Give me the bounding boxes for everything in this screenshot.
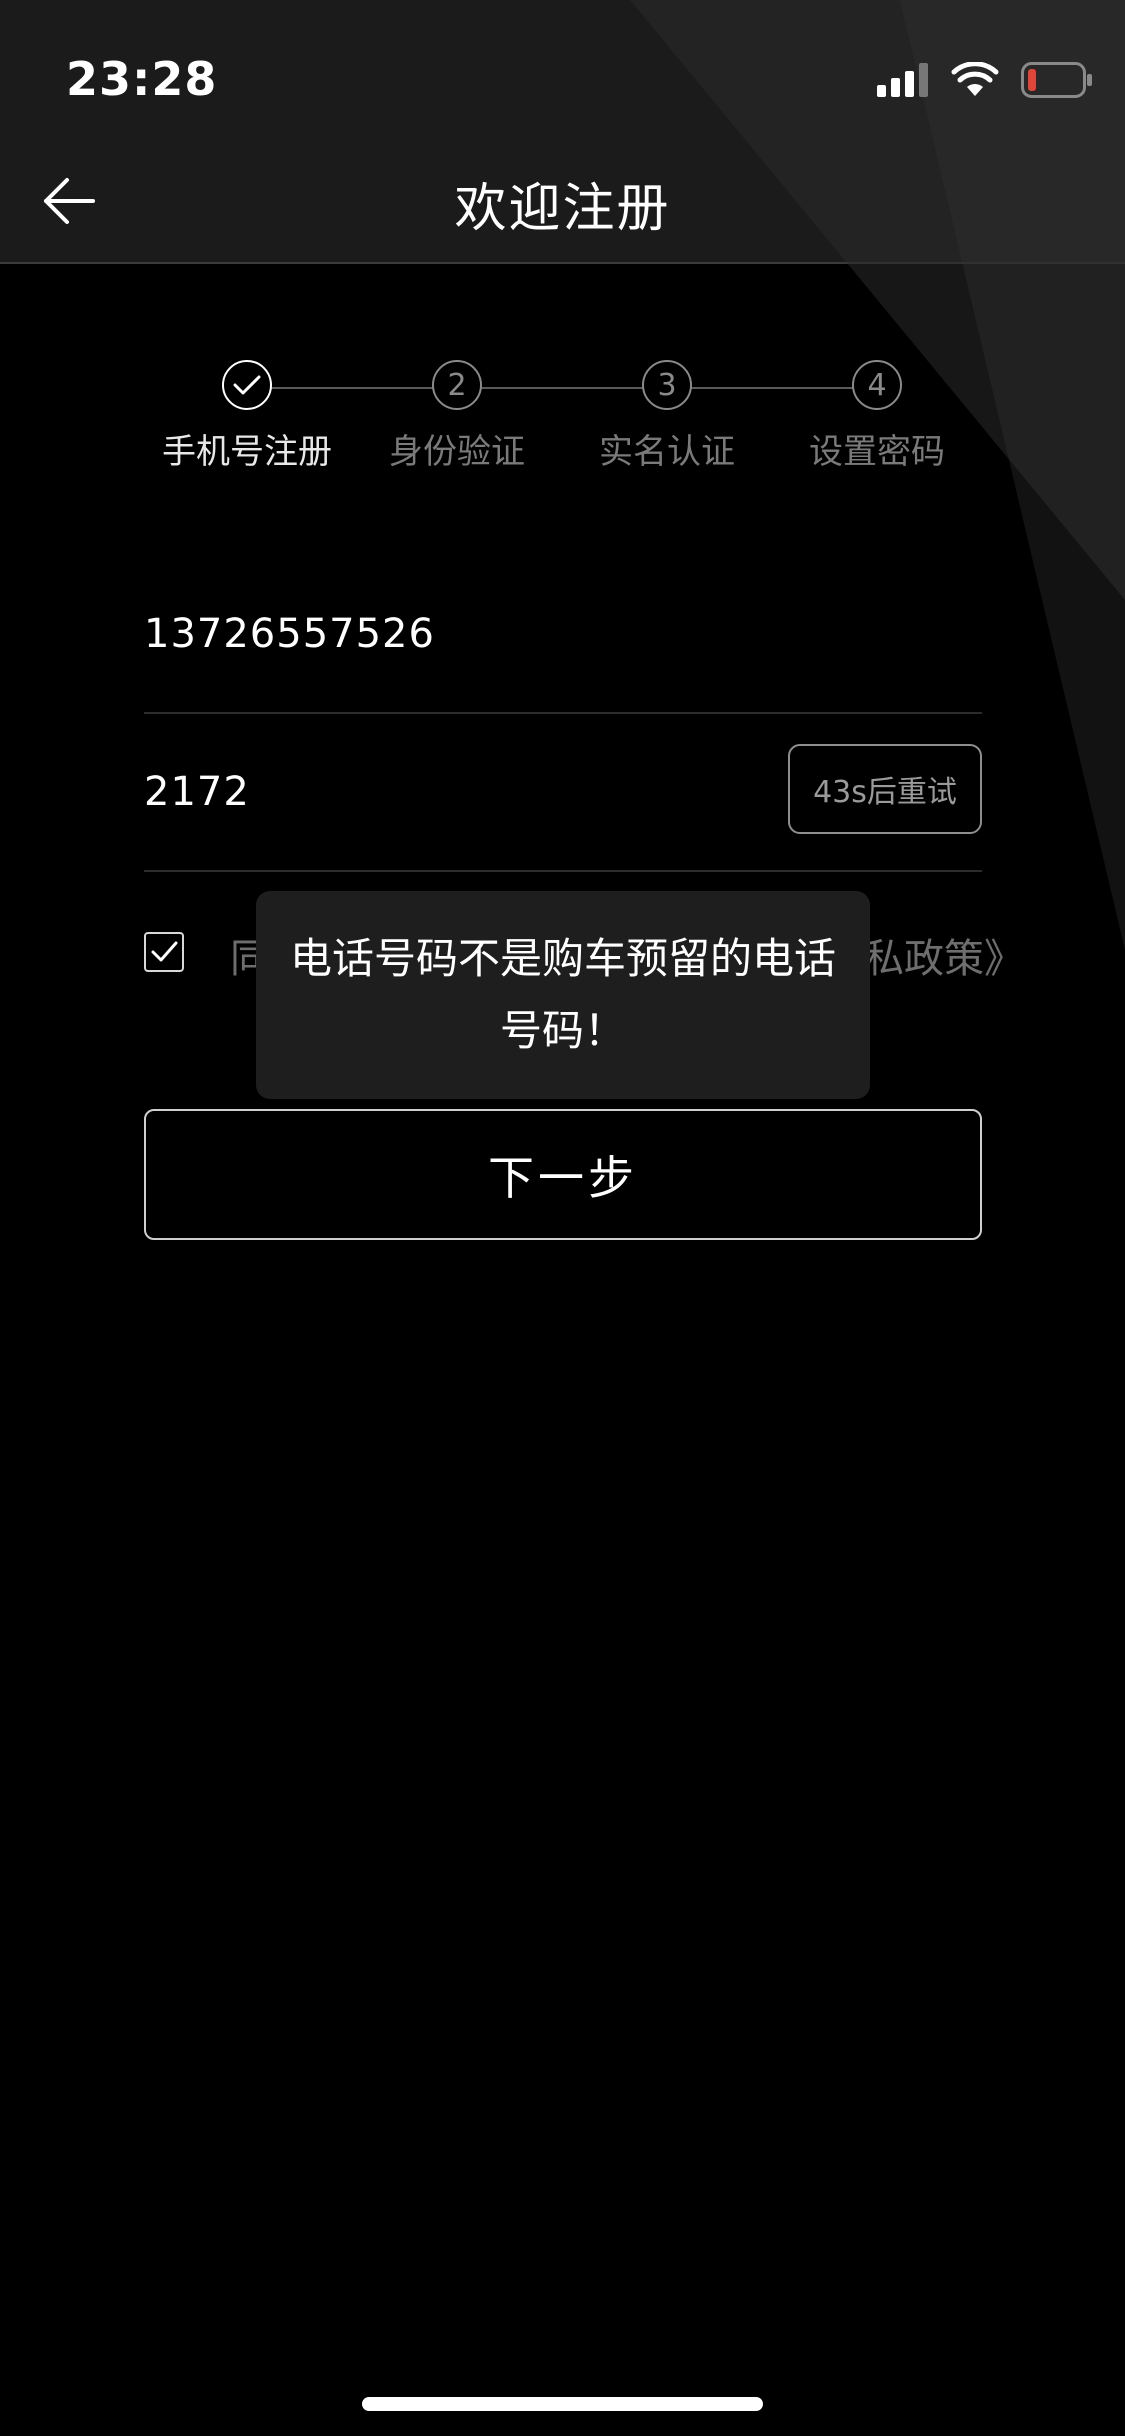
resend-code-button[interactable]: 43s后重试 [788, 744, 982, 834]
step-real-name-auth: 3 实名认证 [557, 360, 777, 473]
agree-checkbox[interactable] [144, 932, 184, 972]
step-label: 设置密码 [809, 432, 945, 472]
step-phone-registration: 手机号注册 [137, 360, 357, 473]
code-input-value[interactable]: 2172 [144, 769, 250, 815]
status-bar: 23:28 [0, 0, 1125, 150]
cellular-signal-icon [877, 63, 929, 101]
status-time: 23:28 [66, 52, 218, 106]
step-number: 3 [642, 360, 692, 410]
phone-field[interactable]: 13726557526 [144, 556, 982, 714]
page-title: 欢迎注册 [454, 179, 671, 239]
nav-bar: 欢迎注册 [0, 150, 1125, 264]
step-set-password: 4 设置密码 [767, 360, 987, 473]
next-step-button[interactable]: 下一步 [144, 1109, 982, 1240]
phone-input-value[interactable]: 13726557526 [144, 611, 435, 657]
battery-low-icon [1021, 62, 1093, 102]
error-toast: 电话号码不是购车预留的电话号码！ [256, 891, 870, 1099]
home-indicator [362, 2397, 763, 2411]
step-identity-verification: 2 身份验证 [347, 360, 567, 473]
step-label: 实名认证 [599, 432, 735, 472]
checkmark-icon [151, 941, 178, 962]
step-check-icon [222, 360, 272, 410]
step-number: 4 [852, 360, 902, 410]
wifi-icon [951, 61, 999, 102]
registration-stepper: 手机号注册 2 身份验证 3 实名认证 4 设置密码 [0, 360, 1125, 480]
step-label: 身份验证 [389, 432, 525, 472]
privacy-policy-link[interactable]: 私政策》 [864, 926, 1024, 984]
step-label: 手机号注册 [162, 432, 332, 472]
registration-screen: 23:28 欢迎注册 手机号注册 2 身份验证 3 实名认证 4 设置密码 13… [0, 0, 1125, 2436]
status-icons [877, 60, 1093, 104]
step-number: 2 [432, 360, 482, 410]
verification-code-field[interactable]: 2172 43s后重试 [144, 714, 982, 872]
